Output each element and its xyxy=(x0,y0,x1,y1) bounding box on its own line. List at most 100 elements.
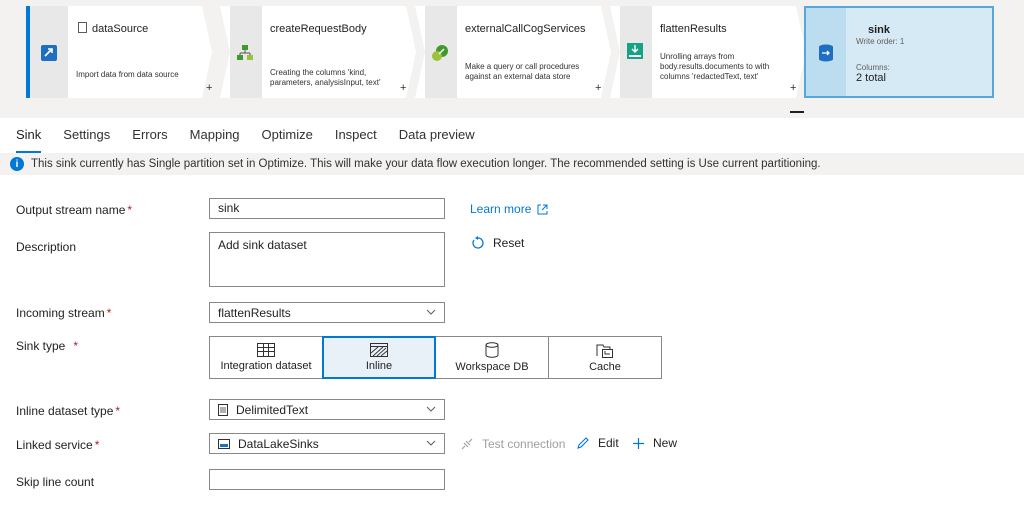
test-connection-label: Test connection xyxy=(482,437,566,451)
chevron-down-icon xyxy=(426,309,436,315)
sink-type-label-text: Workspace DB xyxy=(455,361,529,373)
reset-label: Reset xyxy=(493,236,525,250)
output-stream-label: Output stream name * xyxy=(16,203,132,217)
skip-line-count-label: Skip line count xyxy=(16,475,95,489)
test-connection-button[interactable]: Test connection xyxy=(460,437,565,451)
description-label: Description xyxy=(16,240,77,254)
node-desc: Make a query or call procedures against … xyxy=(465,62,580,81)
sink-type-label: Sink type * xyxy=(16,339,78,353)
edit-button[interactable]: Edit xyxy=(576,436,619,450)
node-title: externalCallCogServices xyxy=(465,23,586,35)
sink-type-workspace-db[interactable]: Workspace DB xyxy=(435,336,549,379)
incoming-stream-label: Incoming stream * xyxy=(16,306,111,320)
edit-label: Edit xyxy=(598,436,619,450)
tab-mapping[interactable]: Mapping xyxy=(190,127,240,151)
node-createrequestbody[interactable]: createRequestBody Creating the columns '… xyxy=(220,6,416,98)
chevron-down-icon xyxy=(426,440,436,446)
derived-column-icon xyxy=(236,44,254,62)
description-textarea[interactable]: Add sink dataset xyxy=(209,232,445,287)
source-icon xyxy=(40,44,58,62)
tab-errors[interactable]: Errors xyxy=(132,127,167,151)
node-desc: Creating the columns 'kind, parameters, … xyxy=(270,68,381,87)
skip-line-count-input[interactable] xyxy=(218,472,436,486)
output-stream-field[interactable] xyxy=(209,198,445,219)
required-mark: * xyxy=(127,203,133,217)
label-text: Linked service xyxy=(16,438,93,452)
flatten-icon xyxy=(626,42,644,60)
database-icon xyxy=(485,342,499,358)
node-datasource[interactable]: dataSource Import data from data source xyxy=(30,6,212,98)
pencil-icon xyxy=(577,437,589,449)
external-call-icon xyxy=(431,44,449,62)
plus-icon xyxy=(633,437,644,449)
tab-bar: Sink Settings Errors Mapping Optimize In… xyxy=(16,127,497,153)
new-label: New xyxy=(653,436,678,450)
tab-inspect[interactable]: Inspect xyxy=(335,127,377,151)
add-transform-button[interactable]: + xyxy=(400,82,406,94)
node-flattenresults[interactable]: flattenResults Unrolling arrays from bod… xyxy=(610,6,806,98)
learn-more-text: Learn more xyxy=(470,202,532,216)
info-text: This sink currently has Single partition… xyxy=(31,158,821,170)
add-transform-button[interactable]: + xyxy=(206,82,212,94)
columns-label: Columns: xyxy=(856,63,890,72)
node-title: createRequestBody xyxy=(270,23,367,35)
label-text: Output stream name xyxy=(16,203,126,217)
node-desc: Unrolling arrays from body.results.docum… xyxy=(660,52,770,81)
label-text: Incoming stream xyxy=(16,306,105,320)
tab-optimize[interactable]: Optimize xyxy=(262,127,313,151)
add-transform-button[interactable]: + xyxy=(595,82,601,94)
inline-dataset-type-label: Inline dataset type * xyxy=(16,404,120,418)
info-icon: i xyxy=(10,157,24,171)
external-link-icon xyxy=(537,204,548,214)
plug-icon xyxy=(461,438,473,450)
storage-icon xyxy=(218,438,230,449)
sink-type-label-text: Integration dataset xyxy=(220,360,312,372)
table-icon xyxy=(257,343,275,357)
sink-type-cache[interactable]: Cache xyxy=(548,336,662,379)
reset-button[interactable]: Reset xyxy=(471,236,524,250)
sink-type-label-text: Inline xyxy=(365,360,393,372)
write-order: Write order: 1 xyxy=(856,37,905,46)
inline-dataset-type-dropdown[interactable]: DelimitedText xyxy=(209,399,445,420)
required-mark: * xyxy=(94,438,100,452)
node-title: flattenResults xyxy=(660,23,727,35)
tab-sink[interactable]: Sink xyxy=(16,127,42,153)
pipeline-canvas: dataSource Import data from data source … xyxy=(0,0,1024,118)
info-bar: i This sink currently has Single partiti… xyxy=(0,153,1024,175)
required-mark: * xyxy=(106,306,112,320)
tab-data-preview[interactable]: Data preview xyxy=(399,127,475,151)
columns-total: 2 total xyxy=(856,72,886,84)
sink-type-inline[interactable]: Inline xyxy=(322,336,436,379)
node-sink[interactable]: sink Write order: 1 Columns: 2 total xyxy=(804,6,994,98)
dropdown-value: flattenResults xyxy=(218,305,291,320)
required-mark: * xyxy=(73,339,79,353)
label-text: Sink type xyxy=(16,339,66,353)
skip-line-count-field[interactable] xyxy=(209,469,445,490)
reset-icon xyxy=(472,236,484,249)
node-desc: Import data from data source xyxy=(76,70,179,79)
sink-type-label-text: Cache xyxy=(589,360,621,373)
learn-more-link[interactable]: Learn more xyxy=(470,202,548,216)
add-transform-button[interactable]: + xyxy=(790,82,796,94)
inline-icon xyxy=(370,343,388,357)
chevron-down-icon xyxy=(426,406,436,412)
tab-settings[interactable]: Settings xyxy=(63,127,110,151)
sink-icon xyxy=(819,44,833,62)
new-button[interactable]: New xyxy=(632,436,677,450)
node-title: dataSource xyxy=(92,23,149,35)
output-stream-input[interactable] xyxy=(218,201,436,215)
node-externalcall[interactable]: externalCallCogServices Make a query or … xyxy=(415,6,611,98)
file-icon xyxy=(218,403,228,416)
incoming-stream-dropdown[interactable]: flattenResults xyxy=(209,302,445,323)
cache-icon xyxy=(596,344,613,358)
linked-service-dropdown[interactable]: DataLakeSinks xyxy=(209,433,445,454)
canvas-dash xyxy=(790,111,804,113)
node-title: sink xyxy=(868,24,891,36)
dropdown-value: DataLakeSinks xyxy=(238,436,319,451)
selection-edge xyxy=(26,6,30,98)
sink-type-integration-dataset[interactable]: Integration dataset xyxy=(209,336,323,379)
required-mark: * xyxy=(115,404,121,418)
linked-service-label: Linked service * xyxy=(16,438,99,452)
dataset-icon xyxy=(78,22,87,33)
label-text: Inline dataset type xyxy=(16,404,114,418)
